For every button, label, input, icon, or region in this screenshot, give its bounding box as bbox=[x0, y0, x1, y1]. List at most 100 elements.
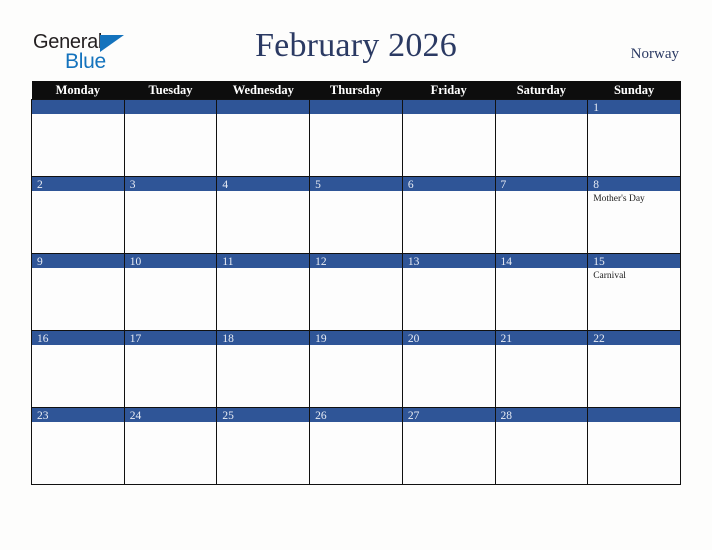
day-number-band: 4 bbox=[217, 177, 310, 191]
day-events bbox=[217, 422, 309, 424]
day-number-band: 17 bbox=[124, 331, 217, 345]
day-number-band: 11 bbox=[217, 254, 310, 268]
calendar-day-cell[interactable]: 6 bbox=[401, 176, 496, 254]
calendar-week-row: 1 bbox=[31, 99, 681, 177]
day-number: 16 bbox=[37, 333, 49, 345]
calendar-day-cell[interactable]: 2 bbox=[31, 176, 125, 254]
calendar-day-cell[interactable]: 20 bbox=[401, 330, 496, 408]
day-events bbox=[125, 422, 217, 424]
weekday-header-saturday: Saturday bbox=[495, 81, 588, 100]
day-number: 20 bbox=[407, 333, 420, 345]
day-number: 14 bbox=[500, 256, 513, 268]
calendar-day-cell[interactable]: 1 bbox=[587, 99, 681, 177]
day-number: 19 bbox=[315, 333, 327, 345]
day-events bbox=[217, 345, 309, 347]
weekday-header-friday: Friday bbox=[402, 81, 496, 100]
day-number-band: 5 bbox=[310, 177, 402, 191]
calendar-week-row: 2 3 4 5 6 7 8 Mother's Day bbox=[31, 176, 681, 254]
day-events bbox=[588, 114, 680, 116]
day-events bbox=[496, 345, 588, 347]
day-number: 9 bbox=[37, 256, 43, 268]
day-events bbox=[217, 114, 309, 116]
calendar-day-cell[interactable]: 15 Carnival bbox=[587, 253, 681, 331]
calendar-day-cell[interactable]: 5 bbox=[309, 176, 403, 254]
day-number-band: 28 bbox=[495, 408, 588, 422]
day-number-band bbox=[32, 100, 124, 114]
region-label: Norway bbox=[630, 46, 679, 62]
day-events: Carnival bbox=[588, 268, 680, 282]
day-events bbox=[403, 191, 495, 193]
day-number-band: 26 bbox=[310, 408, 402, 422]
day-number: 27 bbox=[407, 410, 420, 422]
day-number-band: 16 bbox=[32, 331, 124, 345]
day-number: 12 bbox=[315, 256, 327, 268]
calendar-day-cell[interactable]: 25 bbox=[216, 407, 311, 485]
day-events bbox=[32, 191, 124, 193]
day-number: 5 bbox=[315, 179, 321, 191]
weekday-header-row: Monday Tuesday Wednesday Thursday Friday… bbox=[31, 81, 681, 100]
calendar-day-cell[interactable]: 16 bbox=[31, 330, 125, 408]
calendar-day-cell[interactable] bbox=[401, 99, 496, 177]
day-events bbox=[310, 345, 402, 347]
event-label: Carnival bbox=[593, 271, 626, 281]
day-events bbox=[32, 114, 124, 116]
weekday-header-tuesday: Tuesday bbox=[124, 81, 217, 100]
calendar-day-cell[interactable]: 10 bbox=[123, 253, 218, 331]
day-number: 3 bbox=[129, 179, 136, 191]
calendar-day-cell[interactable]: 11 bbox=[216, 253, 311, 331]
day-number-band bbox=[495, 100, 588, 114]
day-events bbox=[217, 191, 309, 193]
calendar-day-cell[interactable] bbox=[587, 407, 681, 485]
day-events bbox=[310, 268, 402, 270]
calendar-day-cell[interactable]: 4 bbox=[216, 176, 311, 254]
day-number-band: 23 bbox=[32, 408, 124, 422]
day-number-band: 6 bbox=[402, 177, 495, 191]
day-events bbox=[588, 345, 680, 347]
day-number: 26 bbox=[315, 410, 327, 422]
calendar-day-cell[interactable]: 14 bbox=[494, 253, 589, 331]
day-events bbox=[32, 345, 124, 347]
day-number: 6 bbox=[407, 179, 414, 191]
day-number: 21 bbox=[500, 333, 513, 345]
weekday-header-sunday: Sunday bbox=[587, 81, 681, 100]
day-number-band: 14 bbox=[495, 254, 588, 268]
calendar-day-cell[interactable]: 26 bbox=[309, 407, 403, 485]
calendar-day-cell[interactable]: 3 bbox=[123, 176, 218, 254]
day-number-band: 1 bbox=[588, 100, 680, 114]
calendar-day-cell[interactable]: 21 bbox=[494, 330, 589, 408]
calendar-day-cell[interactable]: 22 bbox=[587, 330, 681, 408]
day-events: Mother's Day bbox=[588, 191, 680, 205]
day-events bbox=[496, 114, 588, 116]
day-number: 22 bbox=[593, 333, 605, 345]
calendar-day-cell[interactable]: 24 bbox=[123, 407, 218, 485]
calendar-day-cell[interactable] bbox=[216, 99, 311, 177]
day-events bbox=[403, 114, 495, 116]
page-header: General Blue February 2026 Norway bbox=[0, 0, 712, 80]
calendar-day-cell[interactable] bbox=[31, 99, 125, 177]
calendar-day-cell[interactable]: 17 bbox=[123, 330, 218, 408]
calendar-day-cell[interactable] bbox=[123, 99, 218, 177]
calendar-day-cell[interactable]: 8 Mother's Day bbox=[587, 176, 681, 254]
day-number-band: 10 bbox=[124, 254, 217, 268]
day-number: 11 bbox=[222, 256, 234, 268]
calendar-day-cell[interactable]: 18 bbox=[216, 330, 311, 408]
calendar-day-cell[interactable]: 28 bbox=[494, 407, 589, 485]
calendar-day-cell[interactable]: 19 bbox=[309, 330, 403, 408]
calendar-day-cell[interactable]: 12 bbox=[309, 253, 403, 331]
day-number: 13 bbox=[407, 256, 420, 268]
day-number-band: 22 bbox=[588, 331, 680, 345]
day-number: 24 bbox=[129, 410, 142, 422]
day-events bbox=[496, 268, 588, 270]
calendar-body: 1 2 3 4 5 6 7 8 Mother's Day 9 10 11 12 13 14 15 Carniva… bbox=[31, 99, 681, 485]
calendar-week-row: 9 10 11 12 13 14 15 Carnival bbox=[31, 253, 681, 331]
weekday-header-wednesday: Wednesday bbox=[216, 81, 310, 100]
calendar-day-cell[interactable] bbox=[494, 99, 589, 177]
day-number: 7 bbox=[500, 179, 507, 191]
calendar-day-cell[interactable]: 7 bbox=[494, 176, 589, 254]
calendar-day-cell[interactable]: 27 bbox=[401, 407, 496, 485]
calendar-day-cell[interactable]: 23 bbox=[31, 407, 125, 485]
calendar-day-cell[interactable]: 9 bbox=[31, 253, 125, 331]
calendar-day-cell[interactable]: 13 bbox=[401, 253, 496, 331]
day-events bbox=[496, 422, 588, 424]
calendar-day-cell[interactable] bbox=[309, 99, 403, 177]
